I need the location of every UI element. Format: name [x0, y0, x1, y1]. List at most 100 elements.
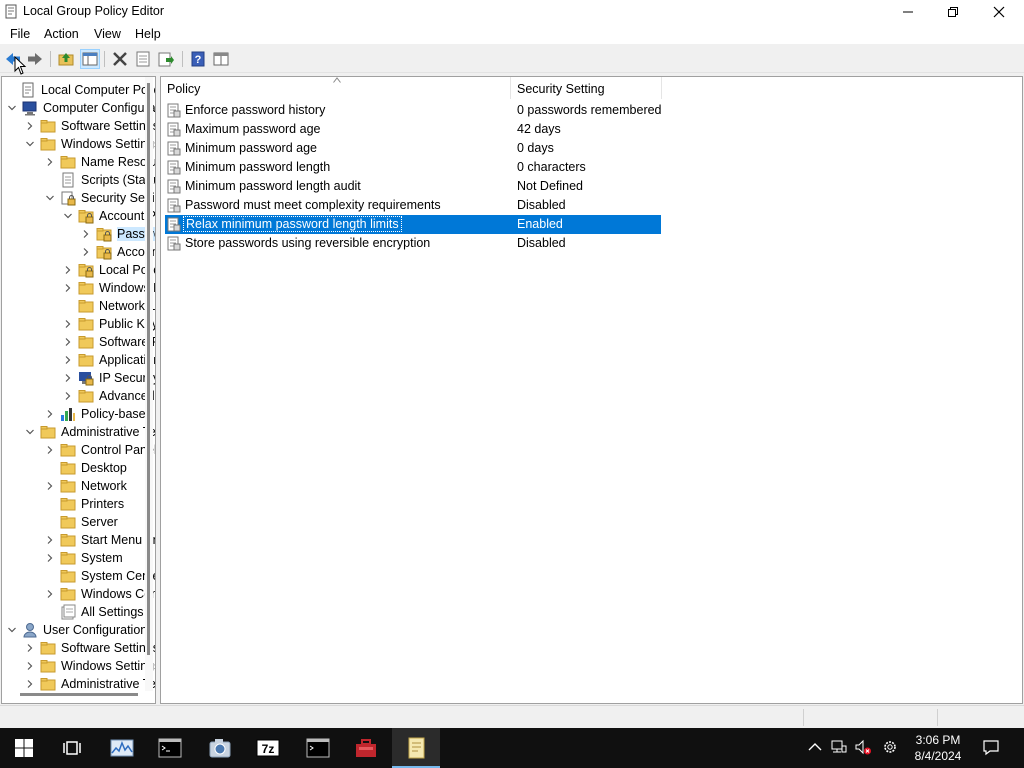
policy-row[interactable]: Minimum password age 0 days	[165, 139, 661, 158]
tree-node[interactable]: All Settings	[46, 603, 155, 621]
show-hide-tree-button[interactable]	[80, 49, 100, 69]
chevron-right-icon[interactable]	[64, 374, 72, 382]
column-header-policy[interactable]: Policy	[161, 77, 510, 99]
tree-node[interactable]: System	[46, 549, 155, 567]
tree-node[interactable]: Policy-based QoS	[46, 405, 155, 423]
tree-vertical-scrollbar[interactable]	[145, 77, 153, 691]
tree-node[interactable]: Windows Components	[46, 585, 155, 603]
chevron-right-icon[interactable]	[26, 122, 34, 130]
chevron-right-icon[interactable]	[64, 320, 72, 328]
taskbar-app-toolbox[interactable]	[342, 728, 390, 768]
tree-node[interactable]: Application Control Policies	[64, 351, 155, 369]
taskbar-app-group-policy-editor[interactable]	[392, 728, 440, 768]
taskbar-app-terminal[interactable]	[294, 728, 342, 768]
tree-node[interactable]: Software Settings	[26, 639, 155, 657]
tree-node[interactable]: Public Key Policies	[64, 315, 155, 333]
taskbar-app-camera[interactable]	[196, 728, 244, 768]
chevron-right-icon[interactable]	[46, 446, 54, 454]
policy-row[interactable]: Minimum password length 0 characters	[165, 158, 661, 177]
policy-row[interactable]: Relax minimum password length limits Enab…	[165, 215, 661, 234]
policy-row[interactable]: Enforce password history 0 passwords reme…	[165, 101, 662, 120]
tree-node[interactable]: Start Menu and Taskbar	[46, 531, 155, 549]
show-hidden-icons-chevron-up-icon[interactable]	[806, 738, 824, 756]
tree-node[interactable]: IP Security Policies	[64, 369, 155, 387]
chevron-right-icon[interactable]	[46, 158, 54, 166]
taskbar-app-performance-monitor[interactable]	[98, 728, 146, 768]
tree-node[interactable]: Local Policies	[64, 261, 155, 279]
chevron-right-icon[interactable]	[46, 410, 54, 418]
up-one-level-button[interactable]	[56, 49, 76, 69]
chevron-down-icon[interactable]	[26, 428, 34, 436]
settings-gear-icon[interactable]	[881, 738, 899, 756]
start-button[interactable]	[0, 728, 48, 768]
delete-button[interactable]	[110, 49, 130, 69]
console-tree[interactable]: Local Computer Policy Computer Configurat…	[1, 76, 156, 704]
chevron-down-icon[interactable]	[26, 140, 34, 148]
chevron-right-icon[interactable]	[82, 230, 90, 238]
chevron-right-icon[interactable]	[64, 266, 72, 274]
tree-node[interactable]: Security Settings	[46, 189, 155, 207]
action-center-notification-icon[interactable]	[982, 738, 1000, 756]
tree-node[interactable]: System Center	[46, 567, 155, 585]
tree-node[interactable]: Software Settings	[26, 117, 155, 135]
tree-vertical-scroll-thumb[interactable]	[147, 83, 150, 655]
taskbar-clock[interactable]: 3:06 PM 8/4/2024	[908, 732, 968, 764]
tree-node[interactable]: Network List Manager Policies	[64, 297, 155, 315]
console-tree-button[interactable]	[211, 49, 231, 69]
tree-node[interactable]: Windows Settings	[26, 135, 155, 153]
tree-node[interactable]: Printers	[46, 495, 155, 513]
tree-node[interactable]: Administrative Templates	[26, 423, 155, 441]
chevron-right-icon[interactable]	[46, 536, 54, 544]
tree-node[interactable]: Network	[46, 477, 155, 495]
minimize-button[interactable]	[885, 0, 931, 24]
volume-muted-icon[interactable]	[854, 738, 872, 756]
tree-node[interactable]: Desktop	[46, 459, 155, 477]
menu-view[interactable]: View	[94, 27, 121, 41]
chevron-right-icon[interactable]	[64, 284, 72, 292]
chevron-right-icon[interactable]	[64, 356, 72, 364]
export-list-button[interactable]	[156, 49, 176, 69]
chevron-down-icon[interactable]	[8, 104, 16, 112]
tree-node[interactable]: User Configuration	[8, 621, 155, 639]
policy-row[interactable]: Minimum password length audit Not Defined	[165, 177, 661, 196]
properties-button[interactable]	[133, 49, 153, 69]
tree-node[interactable]: Control Panel	[46, 441, 155, 459]
tree-node[interactable]: Scripts (Startup/Shutdown)	[46, 171, 155, 189]
tree-node[interactable]: Administrative Templates	[26, 675, 155, 693]
tree-node[interactable]: Server	[46, 513, 155, 531]
column-header-security-setting[interactable]: Security Setting	[511, 77, 661, 99]
chevron-right-icon[interactable]	[26, 680, 34, 688]
tree-node[interactable]: Name Resolution Policy	[46, 153, 155, 171]
tree-node[interactable]: Windows Defender Firewall	[64, 279, 155, 297]
chevron-right-icon[interactable]	[46, 590, 54, 598]
chevron-right-icon[interactable]	[64, 338, 72, 346]
tree-node[interactable]: Windows Settings	[26, 657, 155, 675]
chevron-down-icon[interactable]	[8, 626, 16, 634]
chevron-down-icon[interactable]	[46, 194, 54, 202]
menu-help[interactable]: Help	[135, 27, 161, 41]
chevron-right-icon[interactable]	[26, 662, 34, 670]
menu-file[interactable]: File	[10, 27, 30, 41]
chevron-right-icon[interactable]	[46, 482, 54, 490]
taskbar-app-command-prompt[interactable]	[146, 728, 194, 768]
tree-node[interactable]: Software Restriction Policies	[64, 333, 155, 351]
help-button[interactable]: ?	[188, 49, 208, 69]
policy-row[interactable]: Store passwords using reversible encrypt…	[165, 234, 661, 253]
tree-node[interactable]: Local Computer Policy	[6, 81, 155, 99]
tree-node[interactable]: Computer Configuration	[8, 99, 155, 117]
tree-horizontal-scroll-thumb[interactable]	[20, 693, 138, 696]
maximize-button[interactable]	[930, 0, 976, 24]
chevron-right-icon[interactable]	[64, 392, 72, 400]
forward-button[interactable]	[25, 49, 45, 69]
tree-node[interactable]: Account Policies	[64, 207, 155, 225]
chevron-down-icon[interactable]	[64, 212, 72, 220]
column-separator[interactable]	[661, 77, 662, 99]
network-icon[interactable]	[830, 738, 848, 756]
policy-row[interactable]: Maximum password age 42 days	[165, 120, 661, 139]
taskbar-app-7zip[interactable]: 7z	[244, 728, 292, 768]
tree-node[interactable]: Advanced Audit Policy Configuration	[64, 387, 155, 405]
close-button[interactable]	[976, 0, 1022, 24]
task-view-button[interactable]	[48, 728, 96, 768]
chevron-right-icon[interactable]	[82, 248, 90, 256]
policy-row[interactable]: Password must meet complexity requiremen…	[165, 196, 661, 215]
